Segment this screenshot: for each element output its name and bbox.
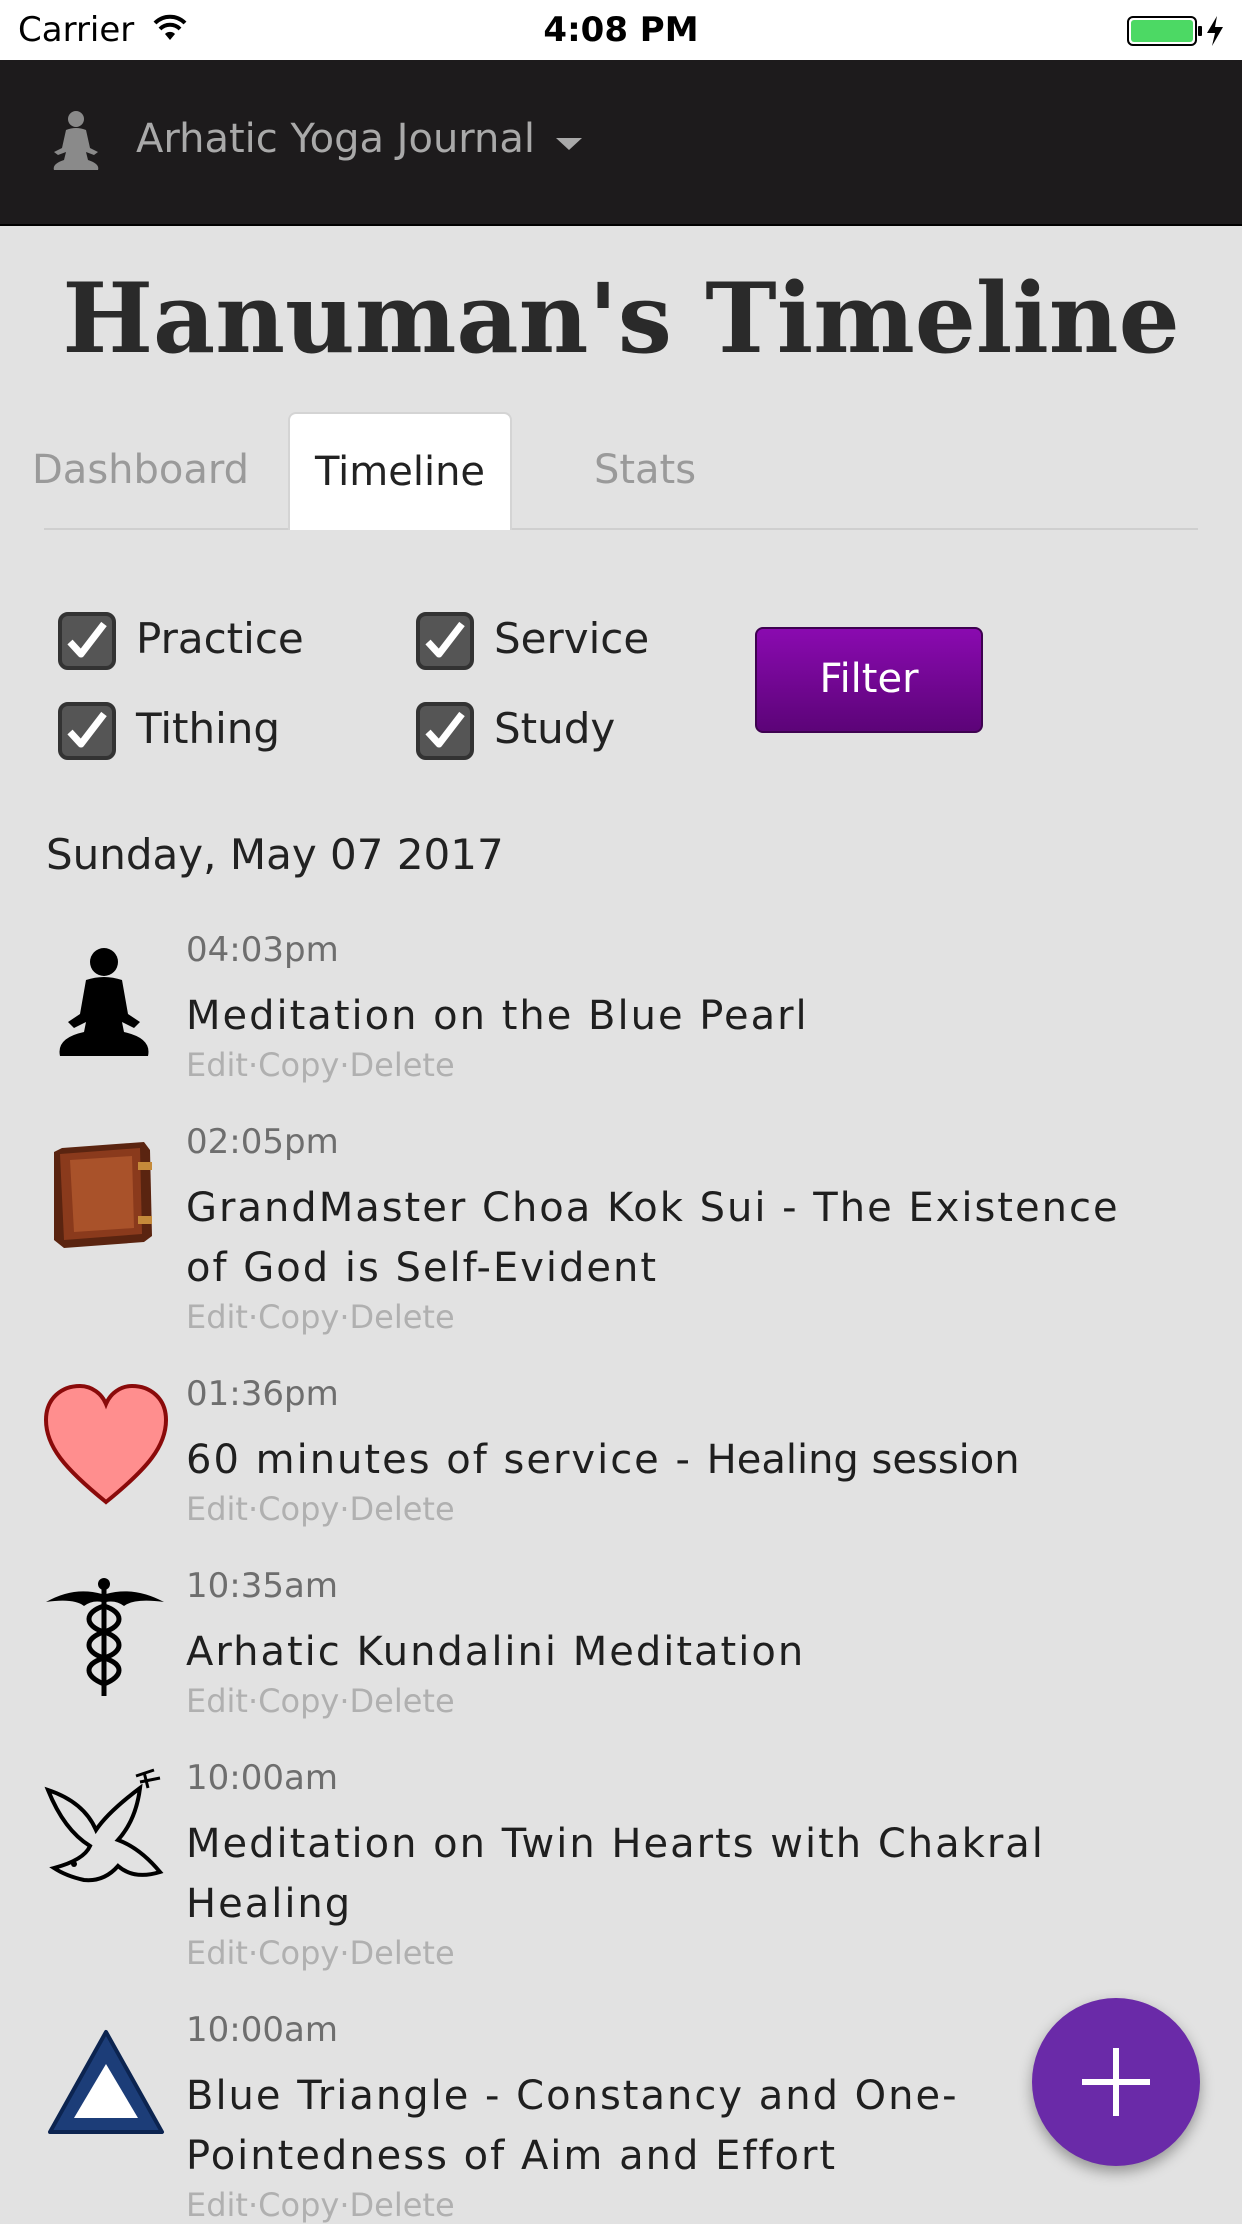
separator: · <box>339 1682 350 1720</box>
checkbox-box[interactable] <box>58 612 116 670</box>
entry-subtitle[interactable]: Healing session <box>707 1437 1020 1483</box>
checkbox-box[interactable] <box>416 612 474 670</box>
entry-title-text[interactable]: Meditation on the Blue Pearl <box>186 993 809 1039</box>
dove-icon <box>44 1768 164 1898</box>
entry-title-text[interactable]: Arhatic Kundalini Meditation <box>186 1629 805 1675</box>
separator: · <box>339 1046 350 1084</box>
separator: · <box>339 2186 350 2224</box>
separator: · <box>339 1490 350 1528</box>
delete-link[interactable]: Delete <box>349 1298 454 1336</box>
tab-stats[interactable]: Stats <box>540 412 750 528</box>
copy-link[interactable]: Copy <box>258 1046 339 1084</box>
meditating-figure-icon[interactable] <box>48 108 104 178</box>
entry-title-text[interactable]: Blue Triangle - Constancy and One-Pointe… <box>186 2073 959 2179</box>
edit-link[interactable]: Edit <box>186 1682 248 1720</box>
copy-link[interactable]: Copy <box>258 2186 339 2224</box>
delete-link[interactable]: Delete <box>349 1490 454 1528</box>
delete-link[interactable]: Delete <box>349 1934 454 1972</box>
entry-title[interactable]: Meditation on the Blue Pearl <box>186 986 1176 1046</box>
edit-link[interactable]: Edit <box>186 1490 248 1528</box>
checkbox-label: Tithing <box>136 704 281 753</box>
entry-title-text[interactable]: GrandMaster Choa Kok Sui - The Existence… <box>186 1185 1120 1291</box>
add-entry-button[interactable] <box>1032 1998 1200 2166</box>
entry-actions: Edit · Copy · Delete <box>186 1934 455 1972</box>
separator: · <box>247 1934 259 1972</box>
blue-triangle-icon <box>44 2020 164 2150</box>
meditation-silhouette-icon <box>44 940 164 1070</box>
plus-icon <box>1082 2048 1150 2116</box>
entry-title[interactable]: Meditation on Twin Hearts with Chakral H… <box>186 1814 1176 1934</box>
filter-button[interactable]: Filter <box>755 627 983 733</box>
delete-link[interactable]: Delete <box>349 1046 454 1084</box>
caret-down-icon[interactable] <box>556 136 582 156</box>
separator: · <box>247 1298 259 1336</box>
separator: · <box>247 1490 259 1528</box>
separator: · <box>339 1298 350 1336</box>
entry-title[interactable]: 60 minutes of service - Healing session <box>186 1430 1176 1490</box>
checkbox-label: Practice <box>136 614 304 663</box>
entry-time: 10:00am <box>186 2010 338 2050</box>
entry-title-text[interactable]: Meditation on Twin Hearts with Chakral H… <box>186 1821 1045 1927</box>
app-navbar: Arhatic Yoga Journal <box>0 60 1242 226</box>
copy-link[interactable]: Copy <box>258 1682 339 1720</box>
separator: · <box>247 2186 259 2224</box>
entry-time: 01:36pm <box>186 1374 339 1414</box>
battery-icon <box>1127 14 1227 52</box>
entry-time: 10:00am <box>186 1758 338 1798</box>
entry-time: 10:35am <box>186 1566 338 1606</box>
checkbox-box[interactable] <box>416 702 474 760</box>
checkbox-box[interactable] <box>58 702 116 760</box>
checkbox-label: Service <box>494 614 650 663</box>
edit-link[interactable]: Edit <box>186 1934 248 1972</box>
copy-link[interactable]: Copy <box>258 1490 339 1528</box>
page-title: Hanuman's Timeline <box>62 262 1180 375</box>
separator: · <box>247 1682 259 1720</box>
entry-actions: Edit · Copy · Delete <box>186 1298 455 1336</box>
delete-link[interactable]: Delete <box>349 1682 454 1720</box>
separator: · <box>247 1046 259 1084</box>
entry-time: 02:05pm <box>186 1122 339 1162</box>
entry-actions: Edit · Copy · Delete <box>186 1046 455 1084</box>
entry-time: 04:03pm <box>186 930 339 970</box>
entry-actions: Edit · Copy · Delete <box>186 1490 455 1528</box>
tab-bar: Dashboard Timeline Stats <box>32 412 1198 530</box>
entry-title[interactable]: GrandMaster Choa Kok Sui - The Existence… <box>186 1178 1176 1298</box>
copy-link[interactable]: Copy <box>258 1934 339 1972</box>
separator: · <box>339 1934 350 1972</box>
entry-actions: Edit · Copy · Delete <box>186 1682 455 1720</box>
checkbox-label: Study <box>494 704 616 753</box>
copy-link[interactable]: Copy <box>258 1298 339 1336</box>
heart-icon <box>43 1383 169 1514</box>
tab-dashboard[interactable]: Dashboard <box>32 412 249 528</box>
edit-link[interactable]: Edit <box>186 2186 248 2224</box>
tab-timeline[interactable]: Timeline <box>288 412 512 530</box>
status-time: 4:08 PM <box>543 10 699 50</box>
entry-title[interactable]: Blue Triangle - Constancy and One-Pointe… <box>186 2066 1176 2186</box>
book-icon <box>44 1132 164 1262</box>
entry-title[interactable]: Arhatic Kundalini Meditation <box>186 1622 1176 1682</box>
status-bar: Carrier 4:08 PM <box>0 0 1242 60</box>
entry-actions: Edit · Copy · Delete <box>186 2186 455 2224</box>
delete-link[interactable]: Delete <box>349 2186 454 2224</box>
caduceus-icon <box>44 1576 164 1706</box>
timeline-date-heading: Sunday, May 07 2017 <box>46 830 504 879</box>
edit-link[interactable]: Edit <box>186 1046 248 1084</box>
edit-link[interactable]: Edit <box>186 1298 248 1336</box>
app-brand-dropdown[interactable]: Arhatic Yoga Journal <box>136 116 535 162</box>
entry-title-text[interactable]: 60 minutes of service - <box>186 1437 707 1483</box>
